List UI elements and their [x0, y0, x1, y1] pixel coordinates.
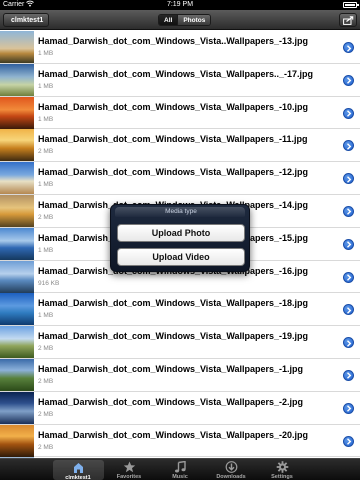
tab-label: Downloads — [216, 474, 246, 480]
star-icon — [123, 461, 135, 473]
tab-settings[interactable]: Settings — [257, 459, 308, 480]
home-icon — [73, 463, 83, 473]
download-icon — [225, 461, 237, 473]
tab-home[interactable]: clmktest1 — [52, 460, 104, 480]
gear-icon — [276, 461, 288, 473]
tab-label: Music — [172, 474, 188, 480]
tab-bar: clmktest1 Favorites Music Downloads Sett… — [0, 458, 360, 480]
tab-downloads[interactable]: Downloads — [206, 459, 257, 480]
tab-label: Settings — [271, 474, 293, 480]
upload-photo-button[interactable]: Upload Photo — [117, 224, 245, 242]
tab-label: clmktest1 — [65, 475, 91, 480]
upload-video-button[interactable]: Upload Video — [117, 248, 245, 266]
tab-favorites[interactable]: Favorites — [104, 459, 155, 480]
music-note-icon — [174, 461, 186, 473]
tab-label: Favorites — [116, 474, 142, 480]
popover-title: Media type — [165, 208, 197, 215]
tab-music[interactable]: Music — [155, 459, 206, 480]
app-screen: Carrier 7:19 PM clmktest1 All Photos Ham… — [0, 0, 360, 480]
media-type-popover: Media type Upload Photo Upload Video — [110, 204, 250, 272]
